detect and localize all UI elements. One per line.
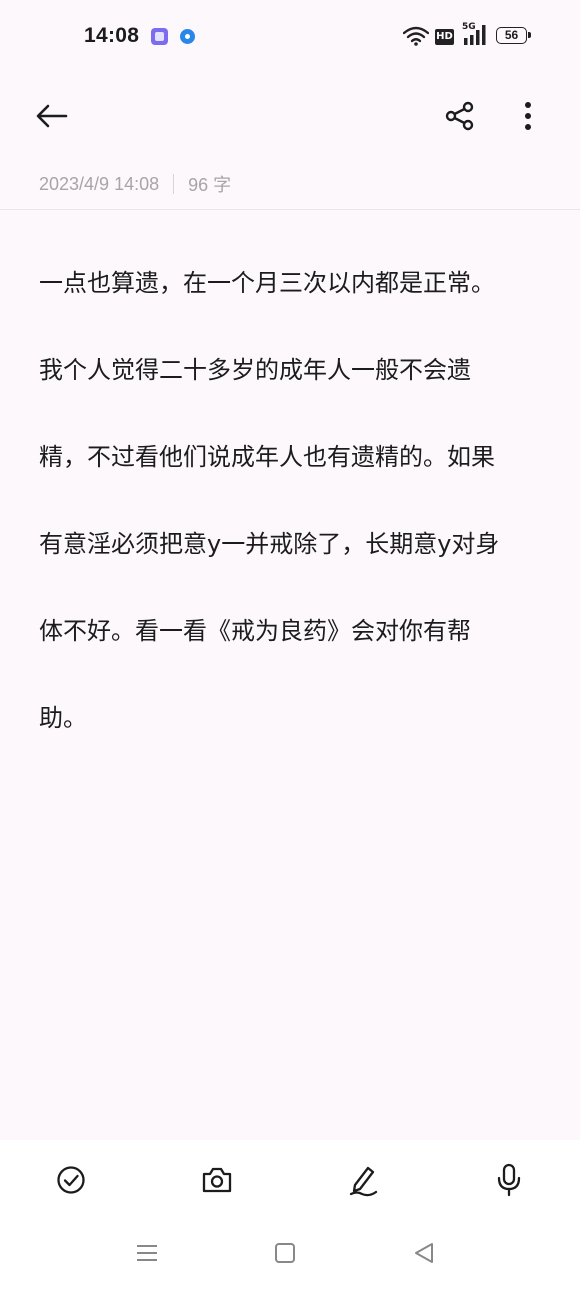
clipboard-app-icon	[151, 28, 168, 45]
arrow-left-icon	[36, 104, 68, 128]
note-line: 一点也算遗，在一个月三次以内都是正常。	[39, 268, 495, 297]
note-line: 体不好。看一看《戒为良药》会对你有帮	[39, 616, 471, 645]
note-line: 精，不过看他们说成年人也有遗精的。如果	[39, 442, 495, 471]
note-date: 2023/4/9 14:08	[39, 173, 160, 194]
handwriting-icon	[349, 1166, 378, 1197]
home-icon	[275, 1243, 295, 1263]
system-back-button[interactable]	[404, 1236, 444, 1270]
signal-icon	[464, 25, 486, 45]
share-button[interactable]	[436, 94, 484, 138]
camera-icon	[202, 1167, 232, 1193]
note-line: 有意淫必须把意y一并戒除了，长期意y对身	[39, 529, 500, 558]
microphone-icon	[497, 1163, 521, 1197]
meta-divider	[173, 174, 175, 194]
hd-badge: HD	[435, 29, 454, 45]
camera-button[interactable]	[195, 1158, 239, 1202]
note-char-count: 96 字	[188, 175, 232, 195]
checklist-button[interactable]	[49, 1158, 93, 1202]
blue-dot-app-icon	[180, 29, 195, 44]
header-divider	[0, 209, 580, 210]
note-meta: 2023/4/9 14:08 96 字	[39, 171, 231, 197]
status-time: 14:08	[84, 24, 140, 47]
checklist-icon	[57, 1166, 85, 1194]
back-button[interactable]	[28, 94, 76, 138]
note-editor[interactable]: 一点也算遗，在一个月三次以内都是正常。 我个人觉得二十多岁的成年人一般不会遗 精…	[39, 218, 539, 784]
recent-apps-icon	[137, 1245, 157, 1261]
home-button[interactable]	[265, 1236, 305, 1270]
status-bar: 14:08 HD 5G 56	[0, 0, 580, 74]
voice-input-button[interactable]	[487, 1158, 531, 1202]
more-options-button[interactable]	[508, 94, 548, 138]
back-icon	[415, 1243, 433, 1263]
more-vertical-icon	[525, 102, 531, 130]
share-icon	[445, 101, 474, 131]
handwriting-button[interactable]	[341, 1158, 385, 1202]
battery-indicator: 56	[496, 27, 531, 44]
note-line: 助。	[39, 703, 87, 732]
note-line: 我个人觉得二十多岁的成年人一般不会遗	[39, 355, 471, 384]
recent-apps-button[interactable]	[127, 1236, 167, 1270]
wifi-icon	[403, 26, 429, 46]
